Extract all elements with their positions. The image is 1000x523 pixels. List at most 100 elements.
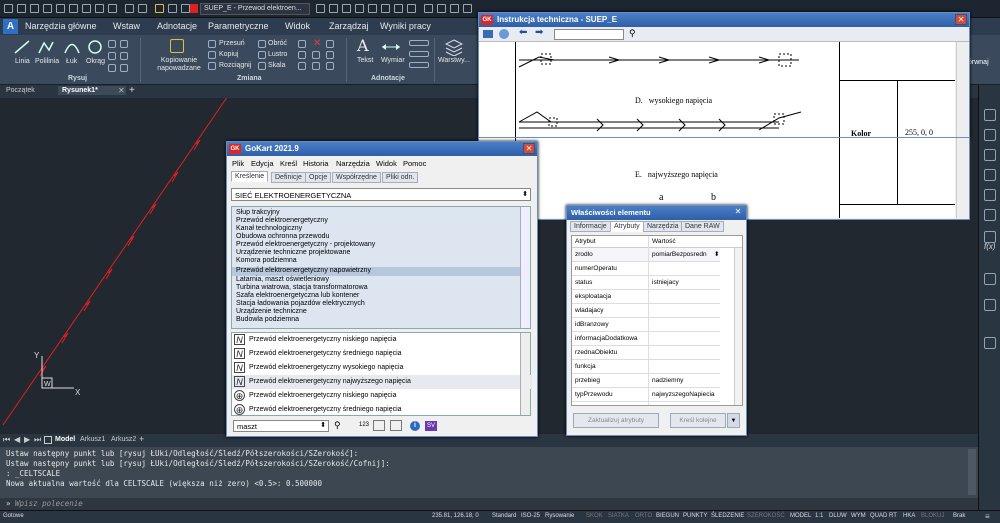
polyline-button[interactable]: Polilinia [35, 58, 59, 65]
color-icon[interactable] [181, 4, 190, 13]
list-item[interactable]: Budowla podziemna [236, 316, 299, 323]
explode-icon[interactable] [312, 51, 320, 59]
menu-tools[interactable]: Narzędzia [336, 159, 370, 168]
plot-icon[interactable] [69, 4, 78, 13]
leader-icon[interactable] [409, 51, 429, 57]
tab-drawing1[interactable]: Rysunek1* [58, 86, 126, 95]
list-item[interactable]: Turbina wiatrowa, stacja transformatorow… [236, 284, 368, 291]
pan-icon[interactable] [381, 4, 390, 13]
rotate-icon[interactable] [258, 40, 266, 48]
list-item[interactable]: Przewód elektroenergetyczny - projektowa… [236, 241, 375, 248]
symbol-row[interactable]: N Przewód elektroenergetyczny wysokiego … [232, 361, 532, 375]
lineweight-icon[interactable] [329, 4, 338, 13]
light-icon[interactable] [155, 4, 164, 13]
undo-icon[interactable] [125, 4, 134, 13]
menu-view[interactable]: Widok [376, 159, 397, 168]
tab-parametric[interactable]: Parametryczne [208, 21, 269, 31]
binoculars-icon[interactable]: ⚲ [334, 420, 341, 431]
fillet-icon[interactable] [298, 51, 306, 59]
function-icon[interactable]: f(x) [984, 242, 996, 251]
offset-icon[interactable] [312, 62, 320, 70]
match-icon[interactable] [342, 4, 351, 13]
attribute-value[interactable]: najwyzszegoNapiecia [652, 391, 715, 398]
layer-dropdown[interactable]: SUEP_E - Przewod elektroen... [200, 3, 310, 15]
tab-sheet1[interactable]: Arkusz1 [80, 436, 105, 443]
table-row[interactable]: wladajacy [572, 304, 720, 318]
tab-definitions[interactable]: Definicje [271, 172, 306, 183]
arc-icon[interactable] [64, 40, 80, 54]
menu-edit[interactable]: Edycja [251, 159, 274, 168]
dimension-button[interactable]: Wymiar [381, 57, 405, 64]
instruction-titlebar[interactable]: GK Instrukcja techniczna - SUEP_E [479, 13, 969, 27]
table-icon[interactable] [409, 62, 429, 68]
binoculars-icon[interactable]: ⚲ [629, 28, 636, 39]
numbering2-icon[interactable] [373, 420, 385, 431]
nav-prev-icon[interactable]: ◀ [14, 435, 20, 444]
status-dluw[interactable]: DLUW [829, 513, 847, 519]
stretch-icon[interactable] [208, 62, 216, 70]
table-row[interactable]: eksploatacja [572, 290, 720, 304]
cut-icon[interactable] [82, 4, 91, 13]
menu-draw[interactable]: Kreśl [280, 159, 297, 168]
paste-icon[interactable] [108, 4, 117, 13]
close-icon[interactable]: ✕ [732, 207, 744, 218]
status-otrack[interactable]: ŚLEDZENIE [711, 513, 744, 519]
list-item[interactable]: Urządzenie techniczne projektowane [236, 249, 350, 256]
table-row[interactable]: informacjaDodatkowa [572, 332, 720, 346]
stretch-button[interactable]: Rozciągnij [219, 62, 251, 69]
table-row[interactable]: numerOperatu [572, 262, 720, 276]
status-workspace[interactable]: Rysowanie [545, 513, 574, 519]
save-icon[interactable] [30, 4, 39, 13]
symbol-row[interactable]: N Przewód elektroenergetyczny średniego … [232, 347, 532, 361]
menu-file[interactable]: Plik [232, 159, 244, 168]
hatch-icon[interactable] [120, 40, 128, 48]
copy-tool-icon[interactable] [208, 51, 216, 59]
table-row[interactable]: zrodlo pomiarBezposredn ⬍ [572, 248, 720, 262]
list-item[interactable]: Kanał technologiczny [236, 225, 302, 232]
numbering-icon[interactable]: 123 [359, 422, 369, 428]
measure-icon[interactable] [394, 4, 403, 13]
trim-icon[interactable] [298, 40, 306, 48]
move-icon[interactable] [208, 40, 216, 48]
array-icon[interactable] [298, 62, 306, 70]
list-item-selected[interactable]: Przewód elektroenergetyczny napowietrzny [236, 267, 371, 274]
help-icon[interactable] [407, 4, 416, 13]
tab-home[interactable]: Narzędzia główne [25, 21, 97, 31]
sv-icon[interactable]: SV [425, 421, 437, 431]
attribute-value[interactable]: istniejacy [652, 279, 679, 286]
attribute-value[interactable]: pomiarBezposredn [652, 251, 707, 258]
tab-insert[interactable]: Wstaw [113, 21, 140, 31]
properties-panel-icon[interactable] [984, 129, 996, 141]
workspace-icon[interactable] [437, 4, 446, 13]
command-input[interactable]: » Wpisz polecenie [0, 498, 978, 510]
spline-icon[interactable] [120, 52, 128, 60]
tab-coordinates[interactable]: Współrzędne [332, 172, 381, 183]
symbol-list[interactable]: N Przewód elektroenergetyczny niskiego n… [231, 332, 532, 416]
redo-icon[interactable] [138, 4, 147, 13]
region-icon[interactable] [120, 64, 128, 72]
filter-icon[interactable] [424, 4, 433, 13]
tab-view[interactable]: Widok [285, 21, 310, 31]
linear-dim-icon[interactable] [409, 40, 429, 46]
list-item[interactable]: Stacja ładowania pojazdów elektrycznych [236, 300, 365, 307]
instruction-scrollbar[interactable] [956, 42, 968, 137]
tab-options[interactable]: Opcje [305, 172, 332, 183]
close-tab-icon[interactable]: ✕ [118, 86, 125, 95]
symbol-row-selected[interactable]: N Przewód elektroenergetyczny najwyższeg… [232, 375, 532, 389]
status-osnap[interactable]: PUNKTY [683, 513, 707, 519]
mark-icon[interactable] [984, 337, 996, 349]
text-icon[interactable]: A [357, 36, 369, 55]
status-dimstyle[interactable]: ISO-25 [521, 513, 540, 519]
numbering3-icon[interactable] [390, 420, 402, 431]
status-scale[interactable]: 1:1 [815, 513, 823, 519]
instruction-search-input[interactable] [554, 29, 624, 40]
status-snap[interactable]: SKOK [586, 513, 603, 519]
table-row[interactable]: rzednaObiektu [572, 346, 720, 360]
table-scrollbar[interactable] [734, 248, 742, 405]
tab-output[interactable]: Wyniki pracy [380, 21, 431, 31]
close-icon[interactable]: ✕ [523, 143, 535, 154]
layers-icon[interactable] [445, 38, 463, 56]
gokart-titlebar[interactable]: GK GoKart 2021.9 [227, 142, 537, 156]
mirror-icon[interactable] [258, 51, 266, 59]
nav-next-icon[interactable]: ▶ [24, 435, 30, 444]
